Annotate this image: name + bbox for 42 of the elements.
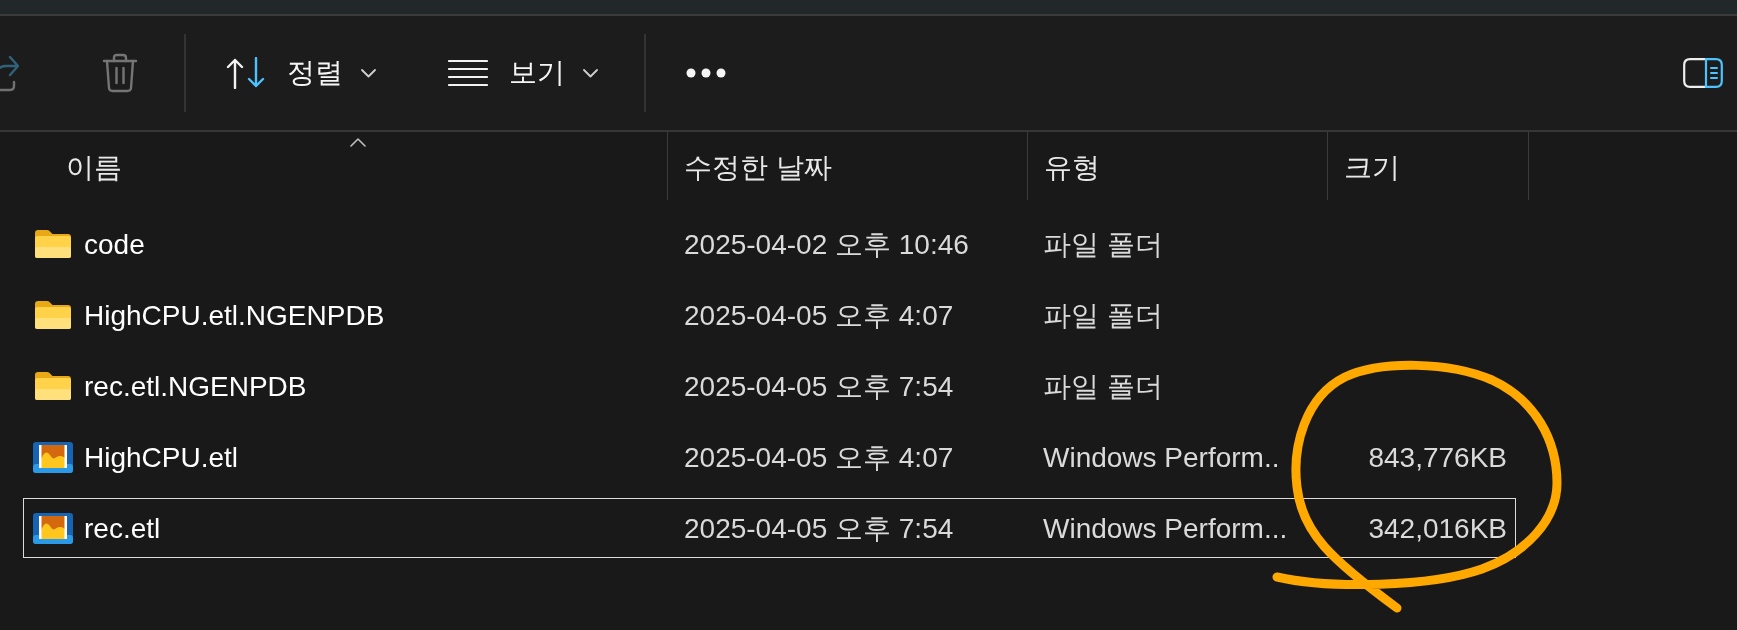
file-type: 파일 폴더 bbox=[1043, 228, 1163, 260]
file-row[interactable]: rec.etl 2025-04-05 오후 7:54 Windows Perform... 342,016KB bbox=[23, 498, 1516, 558]
file-type: Windows Perform... bbox=[1043, 512, 1288, 544]
sort-button[interactable]: 정렬 bbox=[212, 41, 390, 105]
share-icon bbox=[0, 54, 19, 92]
file-name: rec.etl bbox=[84, 511, 161, 546]
modified-date: 2025-04-05 오후 7:54 bbox=[684, 370, 954, 402]
file-name: rec.etl.NGENPDB bbox=[84, 369, 307, 404]
sort-arrows-icon bbox=[226, 57, 266, 89]
column-header[interactable]: 수정한 날짜 bbox=[667, 132, 1027, 200]
modified-date: 2025-04-05 오후 4:07 bbox=[684, 299, 954, 331]
trash-icon bbox=[102, 53, 138, 93]
file-name: HighCPU.etl.NGENPDB bbox=[84, 298, 385, 333]
more-icon bbox=[686, 68, 726, 78]
view-button[interactable]: 보기 bbox=[434, 41, 612, 105]
lines-icon bbox=[448, 59, 488, 87]
chevron-down-icon bbox=[583, 68, 598, 78]
chevron-down-icon bbox=[361, 68, 376, 78]
file-name: code bbox=[84, 227, 145, 262]
column-header[interactable]: 크기 bbox=[1327, 132, 1528, 200]
chart-file-icon bbox=[33, 512, 73, 544]
folder-icon bbox=[35, 301, 71, 329]
sort-caret-icon bbox=[350, 138, 366, 147]
file-type: 파일 폴더 bbox=[1043, 299, 1163, 331]
column-header[interactable]: 유형 bbox=[1027, 132, 1327, 200]
modified-date: 2025-04-05 오후 4:07 bbox=[684, 441, 954, 473]
file-row[interactable]: HighCPU.etl.NGENPDB 2025-04-05 오후 4:07 파일 폴더 bbox=[23, 285, 1516, 345]
folder-icon bbox=[35, 230, 71, 258]
file-row[interactable]: rec.etl.NGENPDB 2025-04-05 오후 7:54 파일 폴더 bbox=[23, 356, 1516, 416]
details-pane-icon bbox=[1683, 58, 1723, 88]
modified-date: 2025-04-02 오후 10:46 bbox=[684, 228, 969, 260]
chart-file-icon bbox=[33, 441, 73, 473]
file-size: 843,776KB bbox=[1368, 441, 1507, 473]
column-header[interactable]: 이름 bbox=[0, 132, 667, 200]
folder-icon bbox=[35, 372, 71, 400]
file-row[interactable]: HighCPU.etl 2025-04-05 오후 4:07 Windows Perform.. 843,776KB bbox=[23, 427, 1516, 487]
modified-date: 2025-04-05 오후 7:54 bbox=[684, 512, 954, 544]
file-name: HighCPU.etl bbox=[84, 440, 239, 475]
file-type: Windows Perform.. bbox=[1043, 441, 1280, 473]
file-size: 342,016KB bbox=[1368, 512, 1507, 544]
file-row[interactable]: code 2025-04-02 오후 10:46 파일 폴더 bbox=[23, 214, 1516, 274]
file-type: 파일 폴더 bbox=[1043, 370, 1163, 402]
